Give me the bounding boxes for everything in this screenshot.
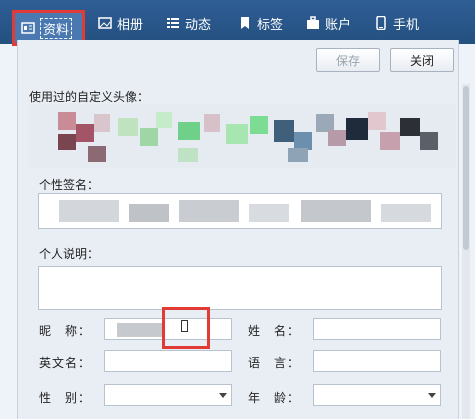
tab-phone[interactable]: 手机 — [374, 8, 419, 38]
chevron-down-icon — [428, 392, 436, 398]
signature-label: 个性签名： — [39, 178, 100, 192]
signature-input[interactable] — [38, 193, 442, 229]
chevron-down-icon — [219, 392, 227, 398]
scrollbar-thumb[interactable] — [463, 86, 469, 250]
phone-icon — [374, 16, 388, 30]
profile-card-icon — [21, 21, 35, 35]
briefcase-icon — [306, 16, 320, 30]
tab-label: 动态 — [185, 17, 212, 33]
gender-label: 性 别： — [39, 391, 92, 405]
description-label: 个人说明： — [39, 247, 100, 261]
close-button[interactable]: 关闭 — [390, 48, 454, 72]
name-label: 姓 名： — [248, 324, 301, 338]
list-icon — [166, 16, 180, 30]
gender-select[interactable] — [104, 384, 232, 406]
tab-label: 手机 — [393, 17, 420, 33]
text-cursor-box — [181, 320, 188, 332]
nickname-label: 昵 称： — [39, 324, 92, 338]
bookmark-icon — [238, 16, 252, 30]
name-input[interactable] — [313, 318, 441, 340]
age-select[interactable] — [313, 384, 441, 406]
tab-label: 标签 — [257, 17, 284, 33]
avatar-label: 使用过的自定义头像： — [29, 90, 150, 104]
avatar-list[interactable] — [28, 104, 456, 168]
english-name-label: 英文名： — [39, 356, 92, 370]
save-button[interactable]: 保存 — [316, 48, 380, 72]
tab-album[interactable]: 相册 — [98, 8, 143, 38]
language-input[interactable] — [313, 350, 441, 372]
english-name-input[interactable] — [104, 350, 232, 372]
photo-album-icon — [98, 16, 112, 30]
tab-tags[interactable]: 标签 — [238, 8, 283, 38]
tab-account[interactable]: 账户 — [306, 8, 351, 38]
tab-label: 账户 — [325, 17, 352, 33]
language-label: 语 言： — [248, 356, 301, 370]
tab-feed[interactable]: 动态 — [166, 8, 211, 38]
age-label: 年 龄： — [248, 391, 301, 405]
tab-label: 相册 — [117, 17, 144, 33]
tab-label: 资料 — [40, 17, 73, 39]
description-input[interactable] — [38, 266, 442, 310]
